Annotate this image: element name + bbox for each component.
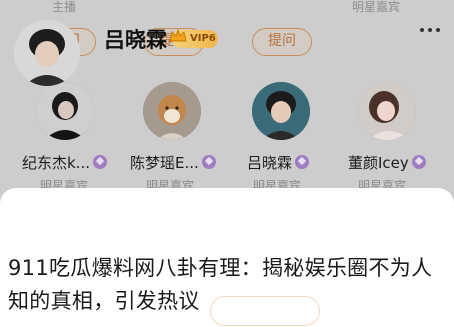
guest-name-row-3: 吕晓霖	[247, 152, 310, 172]
guest-name-row-4: 董颜Icey	[348, 152, 426, 172]
more-options-icon[interactable]	[420, 28, 440, 34]
crown-icon	[169, 28, 187, 42]
verified-icon	[411, 155, 426, 169]
sheet-avatar[interactable]	[14, 20, 80, 86]
avatar-guest-3[interactable]	[252, 82, 310, 140]
guest-name-2: 陈梦瑶E...	[130, 153, 199, 172]
headline-overlay: 911吃瓜爆料网八卦有理：揭秘娱乐圈不为人知的真相，引发热议	[8, 256, 433, 313]
guest-name-3: 吕晓霖	[247, 153, 293, 172]
verified-icon	[201, 155, 216, 169]
guest-name-row-2: 陈梦瑶E...	[130, 152, 216, 172]
avatar-guest-4[interactable]	[358, 82, 416, 140]
ask-button-3[interactable]: 提问	[252, 28, 312, 56]
sheet-profile-name: 吕晓霖	[104, 28, 167, 52]
avatar-guest-1[interactable]	[36, 82, 94, 140]
guest-name-1: 纪东杰k...	[22, 153, 90, 172]
host-label: 主播	[52, 0, 77, 14]
verified-icon	[295, 155, 310, 169]
verified-icon	[93, 155, 107, 169]
guest-label: 明星嘉宾	[352, 0, 401, 14]
avatar-guest-2[interactable]	[143, 82, 201, 140]
guest-name-row-1: 纪东杰k...	[22, 152, 107, 172]
guest-name-4: 董颜Icey	[348, 153, 409, 172]
